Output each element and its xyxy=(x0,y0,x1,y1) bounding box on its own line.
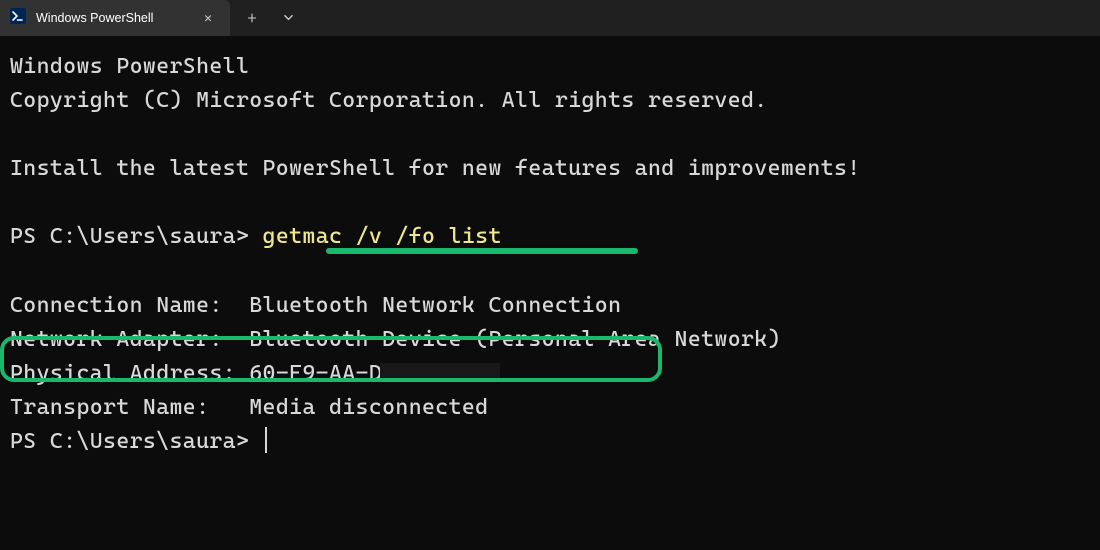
blank-line xyxy=(10,186,1090,220)
output-value: Bluetooth Network Connection xyxy=(249,293,621,318)
cursor xyxy=(265,427,267,453)
new-tab-button[interactable]: + xyxy=(234,0,270,36)
powershell-icon xyxy=(10,8,26,28)
tab-dropdown-button[interactable] xyxy=(270,0,306,36)
terminal-tab[interactable]: Windows PowerShell ✕ xyxy=(0,0,230,36)
highlight-underline xyxy=(326,248,638,254)
prompt-line: PS C:\Users\saura> xyxy=(10,425,1090,459)
close-icon: ✕ xyxy=(204,11,212,26)
window-titlebar: Windows PowerShell ✕ + xyxy=(0,0,1100,36)
banner-line: Install the latest PowerShell for new fe… xyxy=(10,152,1090,186)
output-label: Connection Name: xyxy=(10,293,249,318)
plus-icon: + xyxy=(247,8,257,28)
prompt-prefix: PS C:\Users\saura> xyxy=(10,224,263,249)
command-text: getmac /v /fo list xyxy=(263,224,502,249)
output-value: Media disconnected xyxy=(249,395,488,420)
close-tab-button[interactable]: ✕ xyxy=(198,8,218,28)
banner-line: Copyright (C) Microsoft Corporation. All… xyxy=(10,84,1090,118)
banner-line: Windows PowerShell xyxy=(10,50,1090,84)
output-line: Transport Name: Media disconnected xyxy=(10,391,1090,425)
tab-title: Windows PowerShell xyxy=(36,11,188,25)
chevron-down-icon xyxy=(283,9,294,27)
prompt-prefix: PS C:\Users\saura> xyxy=(10,429,263,454)
output-line: Connection Name: Bluetooth Network Conne… xyxy=(10,289,1090,323)
blank-line xyxy=(10,118,1090,152)
tab-actions: + xyxy=(230,0,306,36)
highlight-box xyxy=(0,336,662,382)
blank-line xyxy=(10,255,1090,289)
output-label: Transport Name: xyxy=(10,395,249,420)
